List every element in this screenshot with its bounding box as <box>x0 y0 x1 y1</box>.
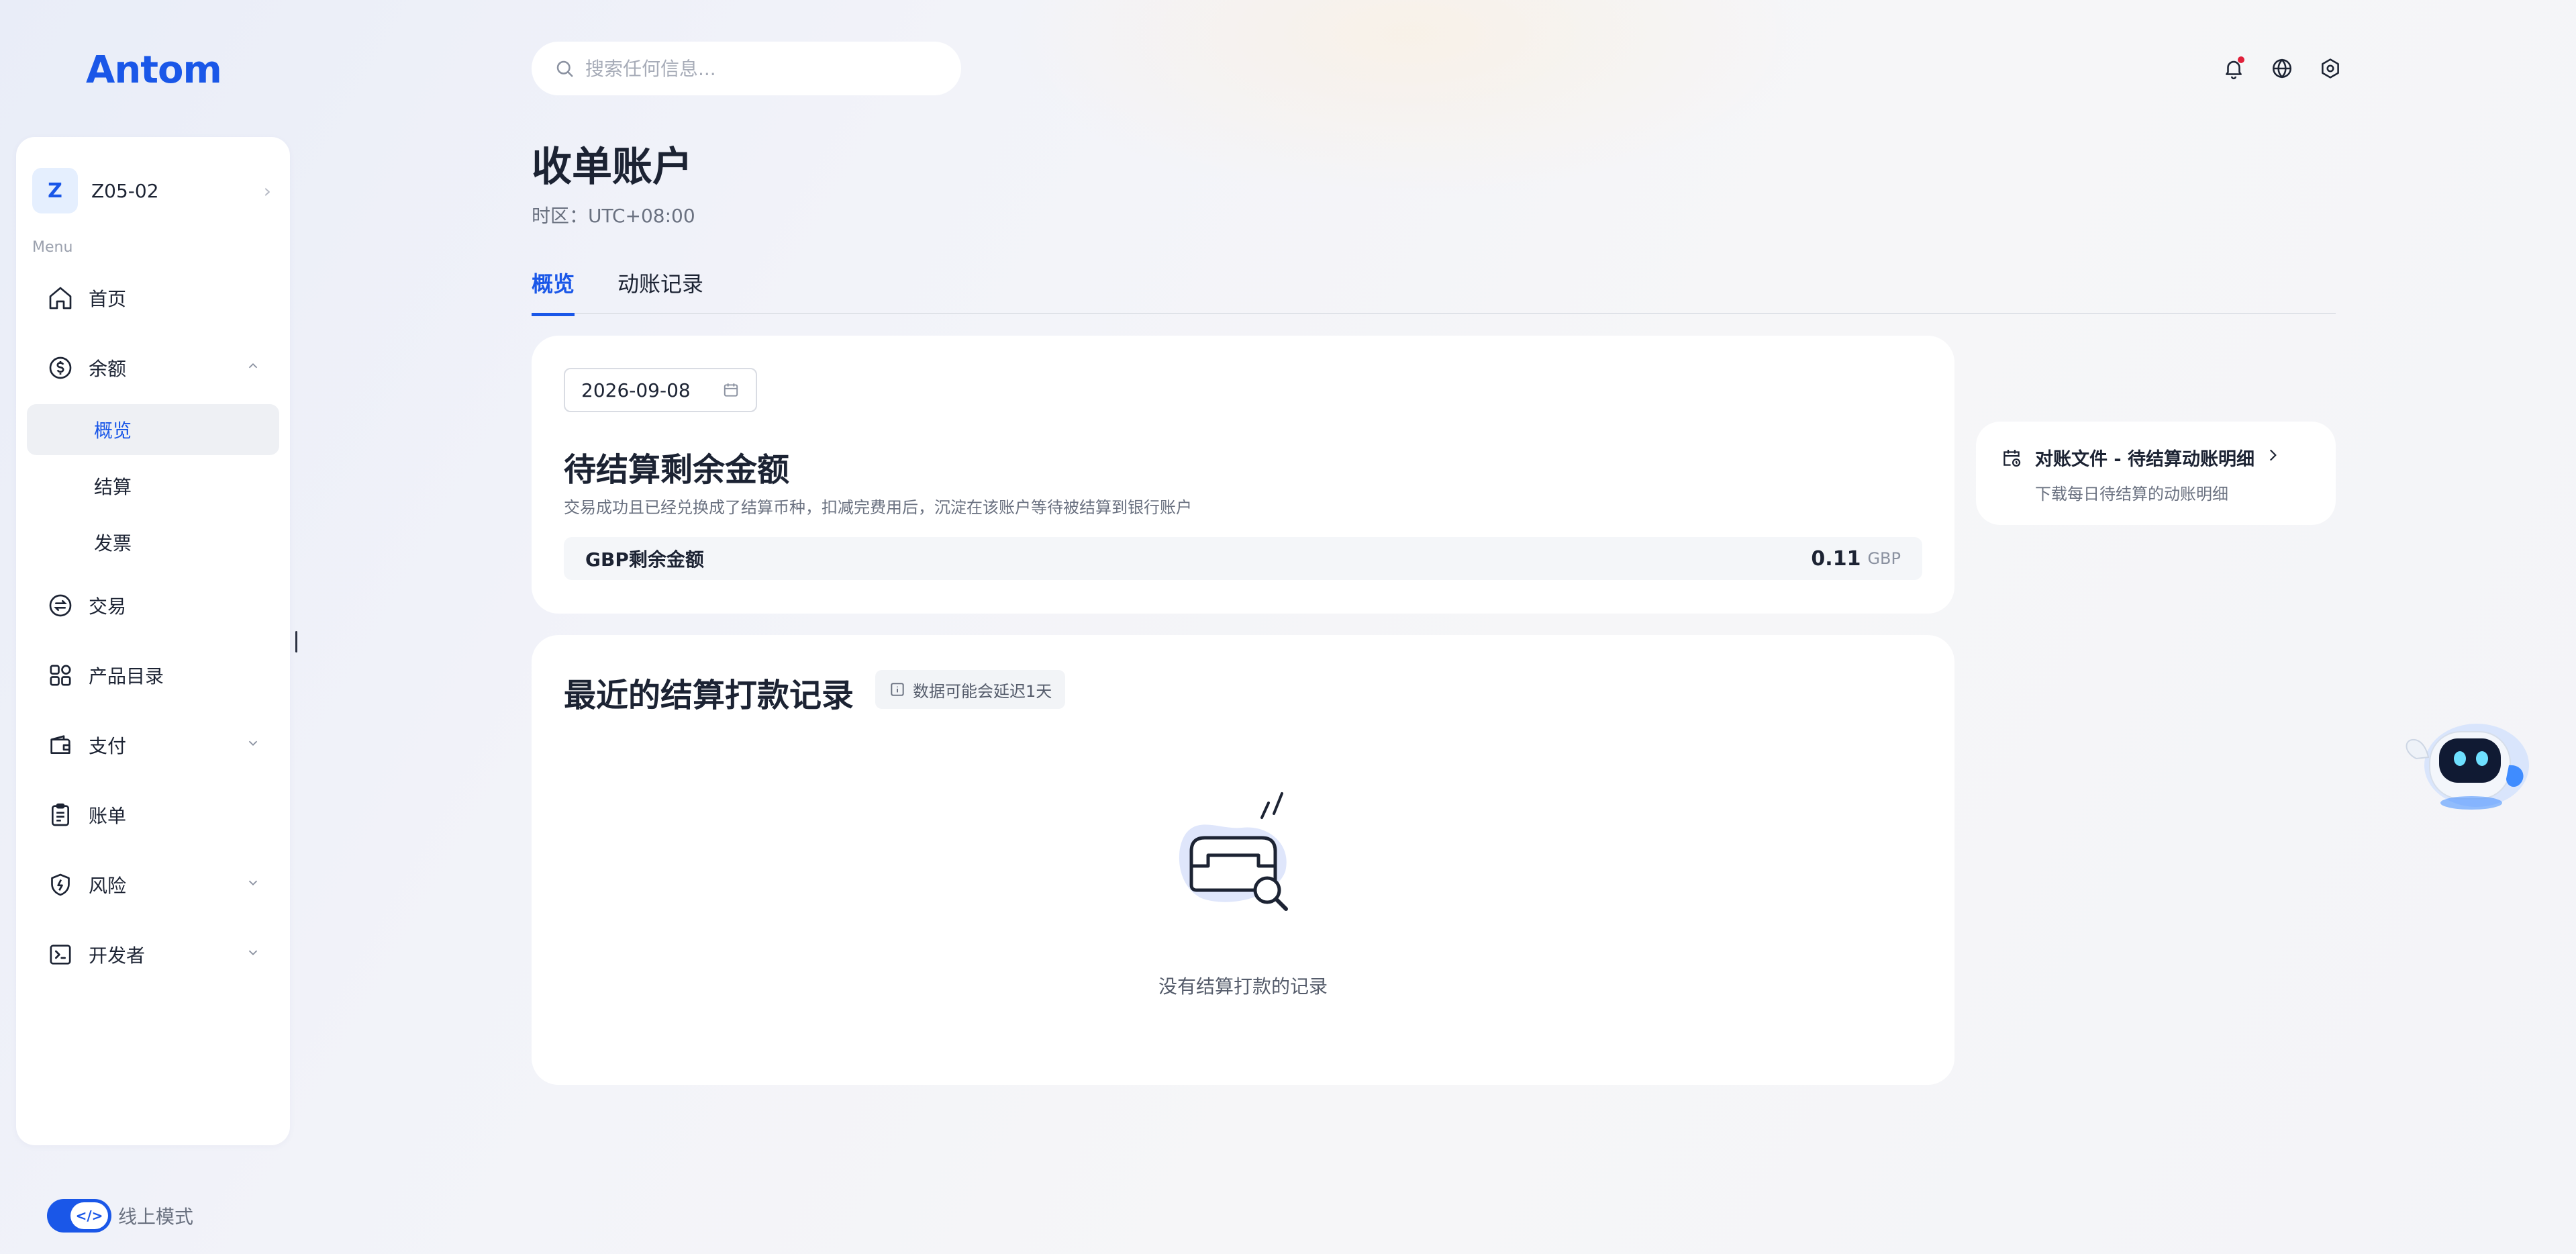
sidebar-item-transactions[interactable]: 交易 <box>27 580 279 631</box>
sidebar-item-bills[interactable]: 账单 <box>27 789 279 840</box>
dollar-circle-icon <box>46 353 75 383</box>
settings-icon[interactable] <box>2314 52 2346 85</box>
sidebar-item-balance[interactable]: 余额 <box>27 342 279 393</box>
search-input[interactable] <box>584 56 936 81</box>
background-glow <box>1007 0 1812 201</box>
account-name: Z05-02 <box>91 179 159 202</box>
page-tabs: 概览 动账记录 <box>532 263 2336 316</box>
mode-label: 线上模式 <box>118 1206 194 1228</box>
recon-title: 对账文件 - 待结算动账明细 <box>2035 449 2255 470</box>
recent-settlements-card: 最近的结算打款记录 数据可能会延迟1天 没有结算打款的记录 <box>532 635 1954 1085</box>
timezone-label: 时区：UTC+08:00 <box>532 205 695 227</box>
balance-title: 待结算剩余金额 <box>564 451 790 489</box>
balance-currency: GBP <box>1867 549 1901 568</box>
sidebar-item-label: 开发者 <box>89 945 146 967</box>
chevron-down-icon <box>246 736 260 755</box>
globe-icon[interactable] <box>2266 52 2298 85</box>
bell-icon[interactable] <box>2218 52 2250 85</box>
exchange-icon <box>46 591 75 620</box>
empty-inbox-icon <box>1161 791 1309 925</box>
account-avatar: Z <box>32 168 78 213</box>
top-icons <box>2201 52 2346 85</box>
sidebar-item-catalog[interactable]: 产品目录 <box>27 650 279 701</box>
code-icon: </> <box>70 1202 108 1229</box>
search-icon <box>554 58 575 79</box>
balance-description: 交易成功且已经兑换成了结算币种，扣减完费用后，沉淀在该账户等待被结算到银行账户 <box>564 498 1192 517</box>
live-mode-toggle[interactable]: </> 线上模式 <box>47 1199 193 1233</box>
sidebar-item-label: 余额 <box>89 358 127 380</box>
notification-dot <box>2238 56 2244 63</box>
sidebar-collapse-handle[interactable] <box>295 631 297 653</box>
chevron-down-icon <box>246 875 260 894</box>
empty-state-text: 没有结算打款的记录 <box>1158 975 1328 998</box>
date-picker[interactable]: 2026-09-08 <box>564 368 757 412</box>
sidebar-subitem-label: 概览 <box>94 420 132 442</box>
sidebar-subitem-settlement[interactable]: 结算 <box>27 461 279 512</box>
antom-logo[interactable]: Antom <box>86 48 222 92</box>
sidebar-subitem-label: 结算 <box>94 476 132 498</box>
info-square-icon <box>889 681 906 698</box>
reconciliation-file-card[interactable]: 对账文件 - 待结算动账明细 下载每日待结算的动账明细 <box>1976 422 2336 525</box>
menu-label: Menu <box>32 239 73 256</box>
sidebar: Z Z05-02 › Menu 首页 余额 概览 结算 发票 交易 产品目录 支… <box>16 137 290 1145</box>
sidebar-item-label: 产品目录 <box>89 665 164 687</box>
recon-subtitle: 下载每日待结算的动账明细 <box>2035 485 2228 503</box>
tab-overview[interactable]: 概览 <box>532 267 575 316</box>
shield-icon <box>46 870 75 900</box>
balance-amount: 0.11 <box>1811 546 1861 571</box>
grid-icon <box>46 661 75 690</box>
delay-text: 数据可能会延迟1天 <box>913 681 1052 701</box>
chevron-down-icon <box>246 945 260 964</box>
clipboard-icon <box>46 800 75 830</box>
chevron-right-icon: › <box>263 179 271 202</box>
calendar-icon <box>722 381 740 399</box>
wallet-icon <box>46 730 75 760</box>
sidebar-item-payments[interactable]: 支付 <box>27 720 279 771</box>
home-icon <box>46 283 75 313</box>
data-delay-badge: 数据可能会延迟1天 <box>875 670 1066 709</box>
date-value: 2026-09-08 <box>581 379 691 401</box>
sidebar-item-developers[interactable]: 开发者 <box>27 929 279 980</box>
page-title: 收单账户 <box>532 144 693 191</box>
sidebar-item-label: 首页 <box>89 288 127 310</box>
mode-switch[interactable]: </> <box>47 1199 111 1233</box>
tab-transactions-record[interactable]: 动账记录 <box>617 267 703 313</box>
ai-assistant-robot-icon[interactable] <box>2396 691 2537 819</box>
chevron-right-icon <box>2264 446 2281 469</box>
records-title: 最近的结算打款记录 <box>564 677 854 714</box>
recon-header: 对账文件 - 待结算动账明细 <box>2000 444 2281 471</box>
sidebar-subitem-label: 发票 <box>94 532 132 554</box>
calendar-clock-icon <box>2000 446 2023 469</box>
sidebar-subitem-invoice[interactable]: 发票 <box>27 517 279 568</box>
sidebar-item-label: 账单 <box>89 805 127 827</box>
sidebar-item-label: 支付 <box>89 735 127 757</box>
chevron-up-icon <box>246 358 260 377</box>
sidebar-item-label: 交易 <box>89 595 127 618</box>
pending-balance-card: 2026-09-08 待结算剩余金额 交易成功且已经兑换成了结算币种，扣减完费用… <box>532 336 1954 614</box>
global-search[interactable] <box>532 42 961 95</box>
sidebar-item-home[interactable]: 首页 <box>27 273 279 324</box>
account-switcher[interactable]: Z Z05-02 › <box>32 164 274 218</box>
sidebar-item-label: 风险 <box>89 875 127 897</box>
balance-row-label: GBP剩余金额 <box>585 548 704 571</box>
balance-row: GBP剩余金额 0.11 GBP <box>564 537 1922 580</box>
sidebar-subitem-overview[interactable]: 概览 <box>27 404 279 455</box>
sidebar-item-risk[interactable]: 风险 <box>27 859 279 910</box>
terminal-icon <box>46 940 75 969</box>
